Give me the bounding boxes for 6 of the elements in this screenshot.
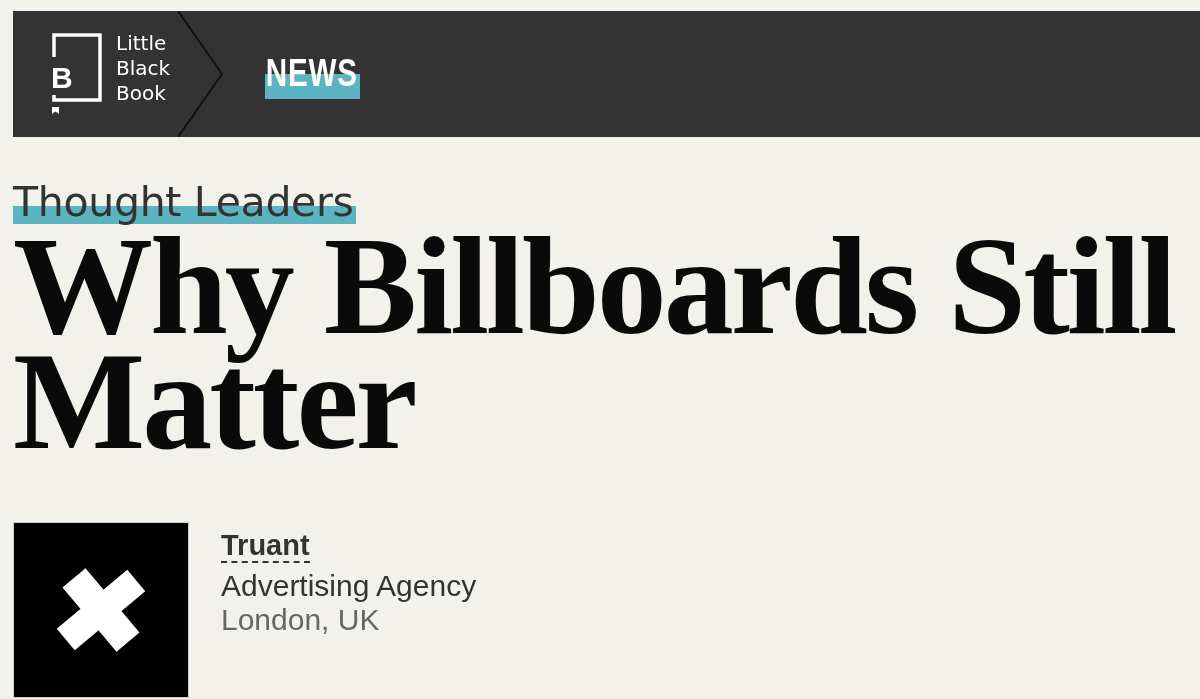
company-location: London, UK [221,603,380,637]
logo-text[interactable]: Little Black Book [116,31,171,106]
logo-mark[interactable]: B [52,33,102,115]
company-type: Advertising Agency [221,569,477,603]
article-title: Why Billboards Still Matter [13,224,1176,458]
company-name-link[interactable]: Truant [221,529,310,563]
